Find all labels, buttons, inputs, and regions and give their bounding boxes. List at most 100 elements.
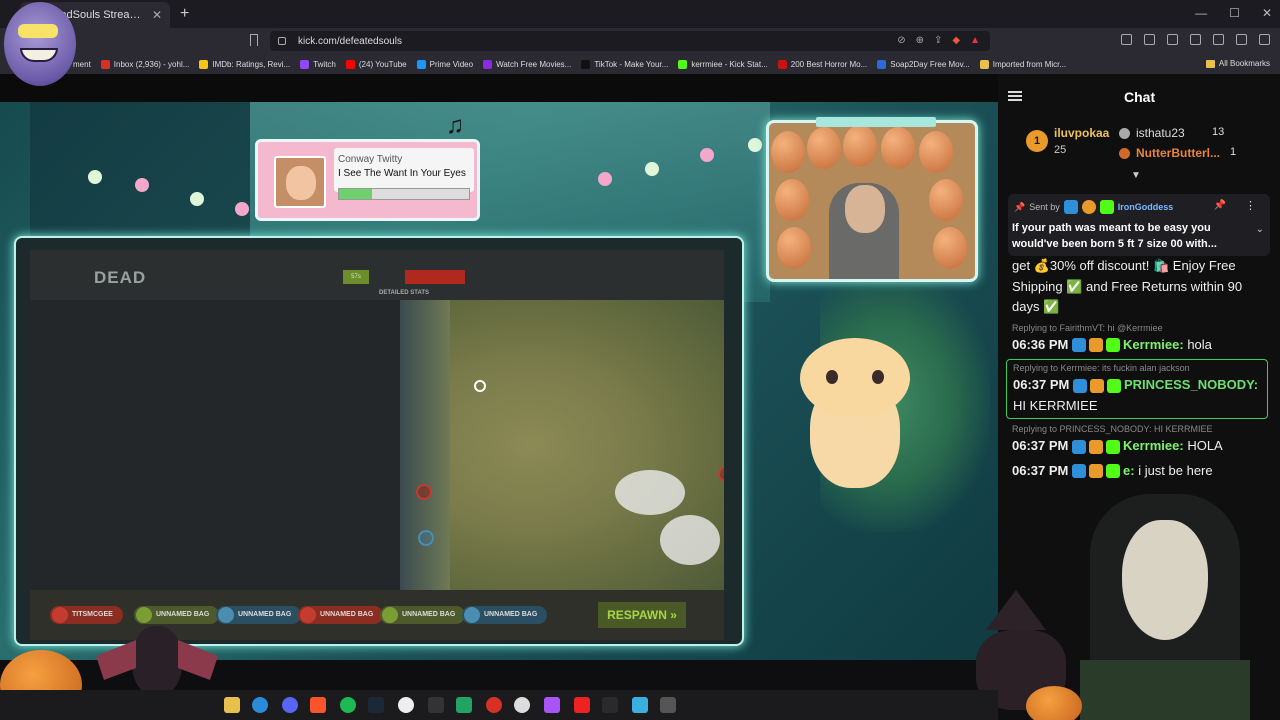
album-art-face (286, 166, 316, 200)
site-info-icon[interactable] (278, 37, 286, 45)
chat-message[interactable]: Replying to PRINCESS_NOBODY: HI KERRMIEE… (998, 423, 1280, 457)
message-line: 06:36 PM Kerrmiee: hola (1012, 335, 1266, 356)
steam-icon[interactable] (368, 697, 384, 713)
sleeping-bag-button[interactable]: UNNAMED BAG (298, 606, 384, 624)
reply-context[interactable]: Replying to Kerrmiee: its fuckin alan ja… (1013, 362, 1261, 375)
sleeping-bag-button[interactable]: UNNAMED BAG (216, 606, 302, 624)
light-bulb (88, 170, 102, 184)
close-window-icon[interactable]: ✕ (1262, 6, 1272, 20)
user-badge-icon (1106, 439, 1120, 454)
pinned-user[interactable]: IronGoddess (1118, 202, 1174, 212)
map-bag-marker[interactable] (418, 530, 434, 546)
reply-context[interactable]: Replying to FairithmVT: hi @Kerrmiee (1012, 322, 1266, 335)
screenshot-icon[interactable] (1144, 34, 1155, 45)
bookmark-item[interactable]: Twitch (300, 59, 336, 69)
expand-leaderboard-icon[interactable]: ▼ (1131, 170, 1141, 181)
bookmark-item[interactable]: IMDb: Ratings, Revi... (199, 59, 291, 69)
settings-icon[interactable] (514, 697, 530, 713)
bookmark-label: IMDb: Ratings, Revi... (212, 59, 291, 69)
menu-icon[interactable] (1259, 34, 1270, 45)
chat-message[interactable]: get 💰30% off discount! 🛍️ Enjoy Free Shi… (998, 256, 1280, 318)
address-bar[interactable]: kick.com/defeatedsouls ⊘ ⊕ ⇪ ◆ ▲ (270, 31, 990, 51)
reading-list-icon[interactable] (1190, 34, 1201, 45)
bookmark-item[interactable]: (24) YouTube (345, 59, 407, 69)
chat-message[interactable]: Replying to FairithmVT: hi @Kerrmiee 06:3… (998, 322, 1280, 356)
reply-context[interactable]: Replying to PRINCESS_NOBODY: HI KERRMIEE (1012, 423, 1266, 436)
sidebar-icon[interactable] (1167, 34, 1178, 45)
bookmark-item[interactable]: Prime Video (416, 59, 473, 69)
new-tab-button[interactable]: + (180, 5, 189, 23)
bookmark-item[interactable]: kerrmiee - Kick Stat... (678, 59, 768, 69)
discord-icon[interactable] (282, 697, 298, 713)
detailed-stats-link[interactable]: DETAILED STATS (379, 290, 429, 296)
bookmark-item[interactable]: Soap2Day Free Mov... (877, 59, 970, 69)
bookmark-label: Inbox (2,936) - yohl... (113, 59, 190, 69)
maximize-icon[interactable]: ☐ (1229, 6, 1240, 20)
sleeping-bag-button[interactable]: UNNAMED BAG (380, 606, 466, 624)
app-icon[interactable] (544, 697, 560, 713)
alert-icon[interactable]: ▲ (970, 35, 980, 46)
message-username[interactable]: Kerrmiee: (1123, 438, 1184, 453)
jason-coat (1080, 660, 1250, 720)
close-tab-icon[interactable]: ✕ (152, 8, 162, 22)
epic-games-icon[interactable] (428, 697, 444, 713)
respawn-button[interactable]: RESPAWN » (598, 602, 686, 628)
bookmark-favicon-icon (100, 59, 110, 69)
map-death-marker[interactable] (416, 484, 432, 500)
egg (807, 127, 841, 169)
opera-icon[interactable] (486, 697, 502, 713)
terminal-icon[interactable] (602, 697, 618, 713)
file-explorer-icon[interactable] (224, 697, 240, 713)
profile-icon[interactable] (1236, 34, 1247, 45)
chat-message[interactable]: 06:37 PM e: i just be here (998, 461, 1280, 482)
zoom-icon[interactable]: ⊕ (916, 35, 924, 46)
user-badge-icon (1072, 439, 1086, 454)
map-bag-marker[interactable] (718, 466, 724, 482)
message-username[interactable]: e: (1123, 463, 1135, 478)
app-icon[interactable] (574, 697, 590, 713)
mascot-mouth (20, 48, 58, 62)
message-username[interactable]: Kerrmiee: (1123, 337, 1184, 352)
pinned-menu-icon[interactable]: ⋮ (1245, 199, 1256, 212)
leaderboard-first-name[interactable]: iluvpokaa (1054, 126, 1109, 140)
obs-icon[interactable] (398, 697, 414, 713)
downloads-icon[interactable] (1213, 34, 1224, 45)
chat-message[interactable]: Replying to Kerrmiee: its fuckin alan ja… (1006, 359, 1268, 419)
spreadsheet-icon[interactable] (456, 697, 472, 713)
bookmark-icon[interactable] (250, 34, 258, 46)
light-bulb (190, 192, 204, 206)
bookmark-item[interactable]: Watch Free Movies... (483, 59, 571, 69)
message-username[interactable]: PRINCESS_NOBODY: (1124, 377, 1258, 392)
bookmark-label: TikTok - Make Your... (594, 59, 669, 69)
spotify-icon[interactable] (340, 697, 356, 713)
bat-wing (96, 640, 136, 680)
bookmark-item[interactable]: TikTok - Make Your... (581, 59, 669, 69)
hide-icon[interactable]: ⊘ (897, 35, 905, 46)
extensions-icon[interactable] (1121, 34, 1132, 45)
shield-icon[interactable]: ◆ (952, 35, 960, 46)
brave-icon[interactable] (310, 697, 326, 713)
user-badge-icon (1089, 464, 1103, 479)
bookmark-item[interactable]: Inbox (2,936) - yohl... (100, 59, 190, 69)
sleeping-bag-button[interactable]: UNNAMED BAG (462, 606, 548, 624)
share-icon[interactable]: ⇪ (934, 35, 942, 46)
bookmark-item[interactable]: 200 Best Horror Mo... (777, 59, 867, 69)
bookmark-item[interactable]: Imported from Micr... (979, 59, 1066, 69)
photos-icon[interactable] (632, 697, 648, 713)
minimize-icon[interactable]: — (1195, 6, 1207, 20)
rank-badge-2 (1119, 128, 1130, 139)
collapse-chat-icon[interactable] (1008, 91, 1022, 101)
app-icon[interactable] (660, 697, 676, 713)
expand-pinned-icon[interactable]: ⌄ (1256, 224, 1264, 235)
all-bookmarks[interactable]: All Bookmarks (1205, 59, 1270, 68)
moon-mascot (4, 2, 76, 86)
streamer-head (845, 185, 885, 233)
mascot-eyes (18, 24, 58, 38)
album-art (274, 156, 326, 208)
leaderboard-second-name[interactable]: isthatu23 (1136, 126, 1185, 140)
gift-leaderboard: 1 iluvpokaa 25 isthatu23 13 NutterButter… (998, 118, 1280, 178)
unpin-icon[interactable]: 📌 (1214, 200, 1226, 211)
witch-hat (986, 590, 1046, 630)
edge-icon[interactable] (252, 697, 268, 713)
leaderboard-third-name[interactable]: NutterButterl... (1136, 146, 1220, 160)
